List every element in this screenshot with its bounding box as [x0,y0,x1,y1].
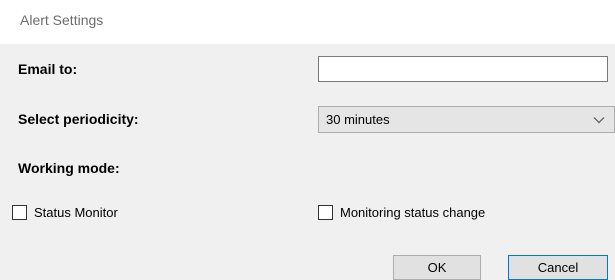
alert-settings-dialog: Alert Settings Email to: Select periodic… [0,0,615,280]
status-monitor-label: Status Monitor [34,205,118,220]
title-bar: Alert Settings [0,0,615,44]
email-field[interactable] [318,56,608,82]
periodicity-selected-value: 30 minutes [326,112,390,127]
working-mode-label: Working mode: [18,160,120,176]
periodicity-select[interactable]: 30 minutes [318,106,615,133]
ok-button[interactable]: OK [393,255,481,280]
monitoring-status-change-label: Monitoring status change [340,205,486,220]
email-label: Email to: [18,61,78,77]
window-title: Alert Settings [20,12,104,28]
periodicity-label: Select periodicity: [18,111,139,127]
cancel-button[interactable]: Cancel [508,255,608,280]
monitoring-status-change-checkbox[interactable] [318,205,333,220]
status-monitor-checkbox[interactable] [12,205,27,220]
chevron-down-icon [593,117,605,124]
